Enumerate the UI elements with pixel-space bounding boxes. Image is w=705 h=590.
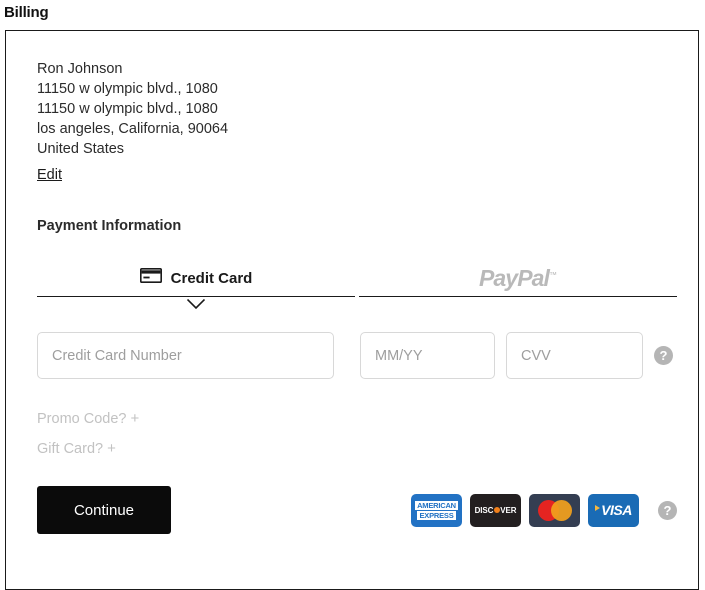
paypal-logo-text: PayPal (478, 264, 550, 291)
card-expiry-input[interactable] (360, 332, 495, 379)
tab-credit-card[interactable]: Credit Card (37, 260, 355, 310)
accepted-card-brands: AMERICAN EXPRESS DISC VER VISA ? (411, 493, 677, 527)
discover-text-after: VER (500, 505, 517, 515)
amex-line-1: AMERICAN (415, 500, 458, 510)
tab-paypal-underline (359, 296, 677, 297)
mastercard-logo-icon (529, 493, 580, 527)
amex-logo-icon: AMERICAN EXPRESS (411, 493, 462, 527)
credit-card-number-input[interactable] (37, 332, 334, 379)
discover-dot-icon (493, 507, 500, 513)
continue-button[interactable]: Continue (37, 486, 171, 534)
tab-paypal[interactable]: PayPal™ (359, 260, 677, 306)
card-fields-row: ? (37, 332, 677, 379)
address-line-country: United States (37, 141, 125, 157)
billing-footer: Continue AMERICAN EXPRESS DISC VER VISA … (37, 486, 677, 534)
amex-line-2: EXPRESS (417, 510, 456, 520)
promo-code-toggle[interactable]: Promo Code? + (37, 404, 677, 434)
payment-method-tabs: Credit Card PayPal™ (37, 260, 677, 310)
address-line-street2: 11150 w olympic blvd., 1080 (37, 101, 218, 117)
credit-card-icon (139, 268, 162, 288)
mastercard-yellow-circle (550, 499, 572, 521)
discount-links: Promo Code? + Gift Card? + (37, 404, 677, 464)
edit-address-link[interactable]: Edit (37, 165, 62, 185)
tab-credit-card-label: Credit Card (170, 269, 253, 287)
discover-text-before: DISC (474, 505, 494, 515)
visa-logo-icon: VISA (588, 493, 639, 527)
paypal-logo-icon: PayPal™ (479, 265, 557, 292)
address-line-name: Ron Johnson (37, 61, 123, 77)
payment-information-heading: Payment Information (37, 218, 182, 234)
card-cvv-input[interactable] (506, 332, 643, 379)
card-brands-help-icon[interactable]: ? (658, 500, 677, 520)
promo-code-label: Promo Code? (37, 411, 127, 427)
paypal-trademark: ™ (549, 269, 558, 279)
discover-logo-icon: DISC VER (470, 493, 521, 527)
promo-code-plus-icon: + (130, 410, 140, 427)
visa-logo-text: VISA (601, 502, 632, 518)
billing-panel: Ron Johnson 11150 w olympic blvd., 1080 … (5, 30, 699, 590)
visa-swoosh-icon (595, 504, 601, 511)
billing-address: Ron Johnson 11150 w olympic blvd., 1080 … (37, 59, 677, 185)
gift-card-label: Gift Card? (37, 441, 104, 457)
gift-card-plus-icon: + (107, 440, 116, 457)
address-line-street1: 11150 w olympic blvd., 1080 (37, 81, 218, 97)
address-line-city-state-zip: los angeles, California, 90064 (37, 121, 229, 137)
active-tab-caret-icon (186, 296, 206, 310)
cvv-help-icon[interactable]: ? (654, 346, 673, 365)
page-title: Billing (4, 4, 49, 21)
gift-card-toggle[interactable]: Gift Card? + (37, 434, 677, 464)
